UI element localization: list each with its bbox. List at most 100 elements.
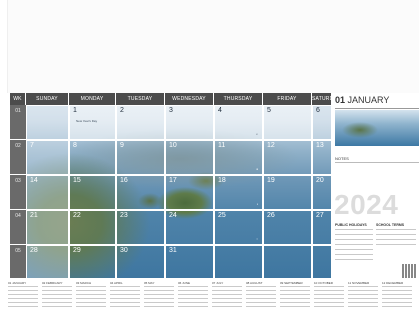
day-cell[interactable]: 12: [263, 140, 312, 175]
day-number: 7: [30, 142, 34, 149]
day-cell[interactable]: 19: [263, 175, 312, 210]
day-cell[interactable]: 2: [116, 105, 165, 140]
day-number: 31: [169, 247, 177, 254]
day-number: 15: [73, 177, 81, 184]
week-number: 02: [10, 140, 26, 175]
day-cell[interactable]: 30: [116, 245, 165, 279]
day-cell[interactable]: 31: [165, 245, 214, 279]
moon-phase-icon: ●: [256, 167, 258, 171]
moon-phase-icon: ○: [256, 237, 258, 241]
mini-month-dates: [8, 286, 38, 310]
day-cell[interactable]: 28: [26, 245, 69, 279]
day-number: 17: [169, 177, 177, 184]
day-number: 1: [73, 107, 77, 114]
mini-month-title: 05 MAY: [144, 281, 155, 285]
mini-month-dates: [110, 286, 140, 310]
day-cell[interactable]: 24: [165, 210, 214, 245]
term-list-line: [376, 234, 416, 235]
divider: [335, 162, 419, 163]
year-label: 2024: [334, 189, 399, 220]
day-cell[interactable]: 1 New Year's Day: [69, 105, 116, 140]
day-cell[interactable]: 17: [165, 175, 214, 210]
day-cell[interactable]: 14: [26, 175, 69, 210]
day-cell[interactable]: 23: [116, 210, 165, 245]
day-cell-empty: [214, 245, 263, 279]
mini-month: 08 AUGUST: [246, 281, 279, 312]
day-cell[interactable]: 11 ●: [214, 140, 263, 175]
mini-month: 07 JULY: [212, 281, 245, 312]
day-number: 2: [120, 107, 124, 114]
day-cell[interactable]: 9: [116, 140, 165, 175]
moon-phase-icon: ◑: [256, 202, 258, 206]
mini-month-title: 04 APRIL: [110, 281, 123, 285]
holiday-list-line: [335, 249, 373, 250]
mini-month-dates: [348, 286, 378, 310]
day-cell[interactable]: 7: [26, 140, 69, 175]
calendar-paper-top: [7, 0, 419, 93]
mini-month: 10 OCTOBER: [314, 281, 347, 312]
year-mini-calendars: 01 JANUARY 02 FEBRUARY 03 MARCH 04 APRIL…: [8, 281, 419, 312]
week-number: 01: [10, 105, 26, 140]
day-cell[interactable]: 20: [312, 175, 332, 210]
day-cell[interactable]: 25 ○: [214, 210, 263, 245]
day-cell[interactable]: 6: [312, 105, 332, 140]
month-heading: 01 JANUARY: [335, 95, 389, 105]
holiday-list-line: [335, 234, 373, 235]
term-list-line: [376, 244, 416, 245]
day-number: 22: [73, 212, 81, 219]
day-cell[interactable]: 8: [69, 140, 116, 175]
thumbnail-photo: [335, 110, 419, 146]
day-cell[interactable]: 16: [116, 175, 165, 210]
day-number: 25: [218, 212, 226, 219]
holiday-list-line: [335, 244, 373, 245]
day-cell[interactable]: 21: [26, 210, 69, 245]
mini-month-dates: [42, 286, 72, 310]
mini-month: 04 APRIL: [110, 281, 143, 312]
day-cell[interactable]: 10: [165, 140, 214, 175]
day-cell[interactable]: 26: [263, 210, 312, 245]
day-number: 12: [267, 142, 275, 149]
day-number: 6: [316, 107, 320, 114]
mini-month: 02 FEBRUARY: [42, 281, 75, 312]
day-cell[interactable]: 29: [69, 245, 116, 279]
day-number: 24: [169, 212, 177, 219]
day-header-saturday: SATURDAY: [312, 93, 340, 105]
day-cell[interactable]: 27: [312, 210, 332, 245]
day-cell[interactable]: 13: [312, 140, 332, 175]
day-number: 11: [218, 142, 226, 149]
school-terms-title: SCHOOL TERMS: [376, 223, 405, 227]
week-column-header: WK: [10, 93, 26, 105]
day-cell[interactable]: 3: [165, 105, 214, 140]
week-number: 03: [10, 175, 26, 210]
mini-month-dates: [178, 286, 208, 310]
mini-month-title: 03 MARCH: [76, 281, 92, 285]
mini-month-dates: [212, 286, 242, 310]
day-cell[interactable]: 22: [69, 210, 116, 245]
calendar-grid: WK SUNDAY MONDAY TUESDAY WEDNESDAY THURS…: [10, 93, 340, 279]
day-cell[interactable]: 4 ◐: [214, 105, 263, 140]
day-number: 20: [316, 177, 324, 184]
week-number: 05: [10, 245, 26, 279]
mini-month-dates: [246, 286, 276, 310]
day-number: 9: [120, 142, 124, 149]
mini-month: 06 JUNE: [178, 281, 211, 312]
day-cell[interactable]: 18 ◑: [214, 175, 263, 210]
day-header-wednesday: WEDNESDAY: [165, 93, 214, 105]
day-cell[interactable]: 5: [263, 105, 312, 140]
mini-month: 03 MARCH: [76, 281, 109, 312]
holiday-list-line: [335, 229, 373, 230]
mini-month-title: 08 AUGUST: [246, 281, 263, 285]
mini-month-dates: [76, 286, 106, 310]
mini-month-dates: [280, 286, 310, 310]
mini-month-title: 11 NOVEMBER: [348, 281, 370, 285]
mini-month-title: 07 JULY: [212, 281, 224, 285]
day-cell[interactable]: 15: [69, 175, 116, 210]
day-number: 26: [267, 212, 275, 219]
mini-month: 01 JANUARY: [8, 281, 41, 312]
mini-month-dates: [382, 286, 412, 310]
day-cell-empty: [312, 245, 332, 279]
week-number: 04: [10, 210, 26, 245]
day-number: 23: [120, 212, 128, 219]
mini-month-title: 06 JUNE: [178, 281, 191, 285]
mini-month-dates: [314, 286, 344, 310]
